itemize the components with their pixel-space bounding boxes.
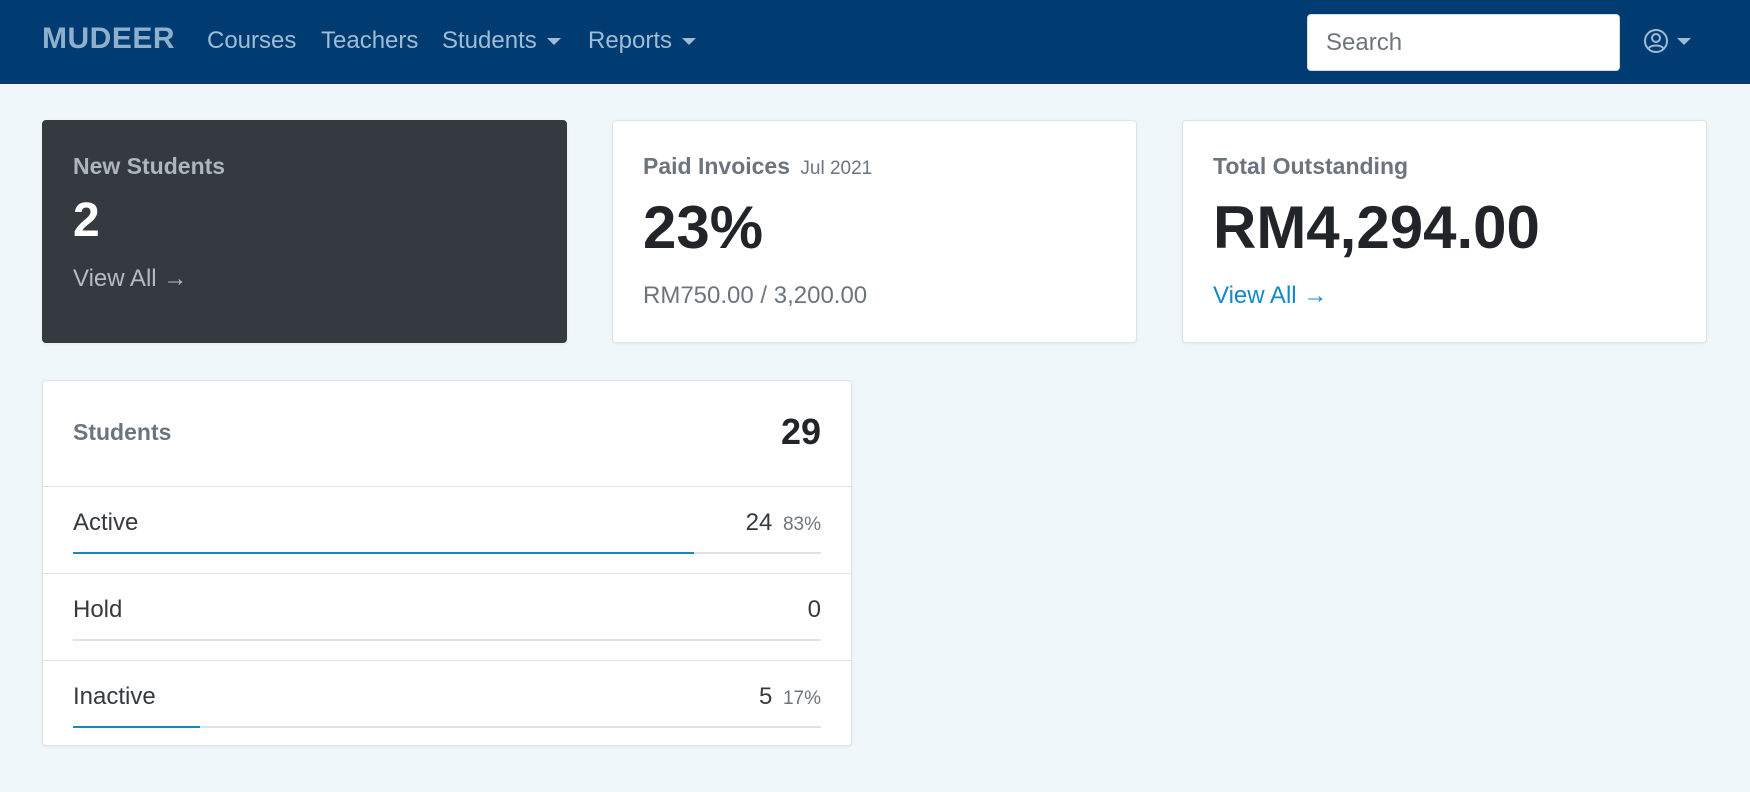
chevron-down-icon <box>546 37 561 45</box>
status-label-hold[interactable]: Hold <box>73 596 122 624</box>
progress-fill <box>73 726 201 728</box>
students-total-count: 29 <box>780 411 821 452</box>
chevron-down-icon <box>1677 37 1691 45</box>
list-item[interactable]: Active 24 83% <box>43 487 851 574</box>
progress-track <box>73 552 821 554</box>
status-count-value: 5 <box>758 683 773 710</box>
total-outstanding-card: Total Outstanding RM4,294.00 View All → <box>1182 120 1707 343</box>
chevron-down-icon <box>682 37 697 45</box>
students-card-header: Students 29 <box>43 381 851 487</box>
total-outstanding-title: Total Outstanding <box>1213 153 1409 179</box>
view-all-new-students-link[interactable]: View All → <box>73 265 187 293</box>
paid-invoices-title: Paid Invoices Jul 2021 <box>643 153 872 180</box>
new-students-title: New Students <box>73 153 226 179</box>
list-item[interactable]: Inactive 5 17% <box>43 661 851 748</box>
nav-courses-label: Courses <box>207 27 297 54</box>
progress-track <box>73 639 821 641</box>
view-all-outstanding-link[interactable]: View All → <box>1213 282 1327 310</box>
new-students-card: New Students 2 View All → <box>42 120 567 343</box>
students-card-title: Students <box>73 419 172 445</box>
nav-reports-dropdown[interactable]: Reports <box>588 27 697 55</box>
progress-fill <box>73 552 694 554</box>
status-count: 0 <box>808 596 821 624</box>
status-count-value: 24 <box>745 509 773 536</box>
students-summary-card: Students 29 Active 24 83% Hold 0 Inactiv… <box>42 380 852 746</box>
top-navbar: MUDEER Courses Teachers Students Reports <box>0 0 1750 84</box>
paid-invoices-detail: RM750.00 / 3,200.00 <box>643 282 868 309</box>
total-outstanding-amount: RM4,294.00 <box>1213 194 1540 261</box>
status-count-value: 0 <box>807 596 821 623</box>
brand-logo[interactable]: MUDEER <box>42 22 175 56</box>
nav-teachers-label: Teachers <box>321 27 419 54</box>
status-percent: 83% <box>782 514 821 535</box>
status-label-inactive[interactable]: Inactive <box>73 683 156 711</box>
user-menu-dropdown[interactable] <box>1643 28 1691 54</box>
list-item[interactable]: Hold 0 <box>43 574 851 661</box>
paid-invoices-card: Paid Invoices Jul 2021 23% RM750.00 / 3,… <box>612 120 1137 343</box>
search-input[interactable] <box>1307 14 1620 71</box>
status-percent: 17% <box>782 688 821 709</box>
nav-courses[interactable]: Courses <box>207 27 296 55</box>
new-students-count: 2 <box>73 194 100 247</box>
user-circle-icon <box>1643 28 1669 54</box>
nav-students-dropdown[interactable]: Students <box>442 27 561 55</box>
nav-students-label: Students <box>442 27 537 54</box>
nav-reports-label: Reports <box>588 27 673 54</box>
paid-invoices-percent: 23% <box>643 194 764 261</box>
paid-invoices-period: Jul 2021 <box>800 158 873 179</box>
status-label-active[interactable]: Active <box>73 509 138 537</box>
status-count: 5 17% <box>759 683 821 711</box>
nav-teachers[interactable]: Teachers <box>321 27 418 55</box>
paid-invoices-title-text: Paid Invoices <box>643 153 791 179</box>
progress-track <box>73 726 821 728</box>
status-count: 24 83% <box>746 509 821 537</box>
